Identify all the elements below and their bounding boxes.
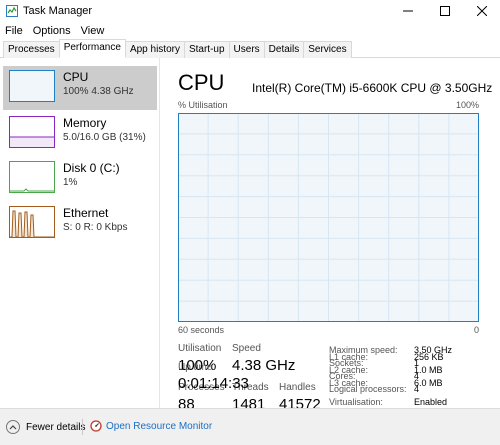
footer-bar: Fewer details Open Resource Monitor bbox=[0, 408, 500, 445]
minimize-button[interactable] bbox=[390, 0, 426, 22]
chevron-up-icon bbox=[6, 420, 20, 434]
tab-performance[interactable]: Performance bbox=[58, 39, 126, 58]
sidebar-item-ethernet[interactable]: Ethernet S: 0 R: 0 Kbps bbox=[3, 202, 157, 246]
tab-start-up[interactable]: Start-up bbox=[183, 41, 230, 58]
close-icon bbox=[477, 6, 487, 16]
cpu-model-name: Intel(R) Core(TM) i5-6600K CPU @ 3.50GHz bbox=[252, 81, 493, 95]
tab-details[interactable]: Details bbox=[263, 41, 305, 58]
speed-value: 4.38 GHz bbox=[232, 357, 296, 374]
close-button[interactable] bbox=[464, 0, 500, 22]
task-manager-icon bbox=[6, 5, 18, 17]
sidebar-item-detail: S: 0 R: 0 Kbps bbox=[63, 222, 128, 233]
page-title: CPU bbox=[178, 70, 225, 95]
uptime-value: 0:01:14:33 bbox=[178, 375, 249, 392]
graph-time-end: 0 bbox=[473, 325, 479, 335]
footer-separator bbox=[82, 419, 83, 435]
sidebar-item-label: Disk 0 (C:) bbox=[63, 161, 120, 175]
maximize-icon bbox=[440, 6, 450, 16]
tab-app-history[interactable]: App history bbox=[124, 41, 185, 58]
sidebar-item-detail: 5.0/16.0 GB (31%) bbox=[63, 132, 146, 143]
utilisation-label: Utilisation bbox=[178, 343, 222, 354]
menu-file[interactable]: File bbox=[0, 23, 28, 39]
uptime-label: Up time bbox=[178, 362, 213, 373]
sidebar-item-label: Ethernet bbox=[63, 206, 109, 220]
fewer-details-button[interactable]: Fewer details bbox=[6, 420, 85, 434]
utilisation-axis-label: % Utilisation bbox=[178, 100, 228, 110]
menu-bar: File Options View bbox=[0, 23, 109, 39]
resource-monitor-label: Open Resource Monitor bbox=[106, 420, 213, 432]
memory-thumbnail-graph bbox=[9, 116, 55, 148]
window-title: Task Manager bbox=[23, 5, 93, 17]
fewer-details-label: Fewer details bbox=[26, 421, 86, 433]
tab-users[interactable]: Users bbox=[228, 41, 265, 58]
ethernet-thumbnail-graph bbox=[9, 206, 55, 238]
tab-processes[interactable]: Processes bbox=[3, 41, 60, 58]
sidebar-item-cpu[interactable]: CPU 100% 4.38 GHz bbox=[3, 66, 157, 110]
handles-label: Handles bbox=[279, 382, 316, 393]
utilisation-axis-max: 100% bbox=[455, 100, 479, 110]
spec-label: L2 cache: bbox=[329, 365, 369, 375]
spec-value: 256 KB bbox=[414, 352, 444, 362]
spec-label: L1 cache: bbox=[329, 352, 369, 362]
title-bar: Task Manager bbox=[0, 0, 500, 22]
maximize-button[interactable] bbox=[427, 0, 463, 22]
sidebar-item-disk[interactable]: Disk 0 (C:) 1% bbox=[3, 157, 157, 201]
open-resource-monitor-link[interactable]: Open Resource Monitor bbox=[90, 420, 212, 432]
spec-value: 1.0 MB bbox=[414, 365, 443, 375]
menu-options[interactable]: Options bbox=[28, 23, 76, 39]
tab-strip: Processes Performance App history Start-… bbox=[0, 39, 500, 58]
sidebar-item-detail: 1% bbox=[63, 177, 78, 188]
sidebar-item-memory[interactable]: Memory 5.0/16.0 GB (31%) bbox=[3, 112, 157, 156]
spec-value: Enabled bbox=[414, 397, 448, 407]
cpu-utilisation-graph bbox=[178, 113, 479, 322]
sidebar-item-detail: 100% 4.38 GHz bbox=[63, 86, 134, 97]
disk-thumbnail-graph bbox=[9, 161, 55, 193]
speed-label: Speed bbox=[232, 343, 261, 354]
spec-value: 6.0 MB bbox=[414, 378, 443, 388]
spec-label: L3 cache: bbox=[329, 378, 369, 388]
resource-sidebar: CPU 100% 4.38 GHz Memory 5.0/16.0 GB (31… bbox=[0, 58, 160, 408]
graph-time-start: 60 seconds bbox=[178, 325, 225, 335]
tab-services[interactable]: Services bbox=[303, 41, 352, 58]
spec-label: Virtualisation: bbox=[329, 397, 383, 407]
sidebar-item-label: Memory bbox=[63, 116, 107, 130]
menu-view[interactable]: View bbox=[76, 23, 110, 39]
resource-monitor-icon bbox=[90, 420, 102, 432]
sidebar-item-label: CPU bbox=[63, 70, 89, 84]
minimize-icon bbox=[403, 10, 413, 12]
cpu-thumbnail-graph bbox=[9, 70, 55, 102]
